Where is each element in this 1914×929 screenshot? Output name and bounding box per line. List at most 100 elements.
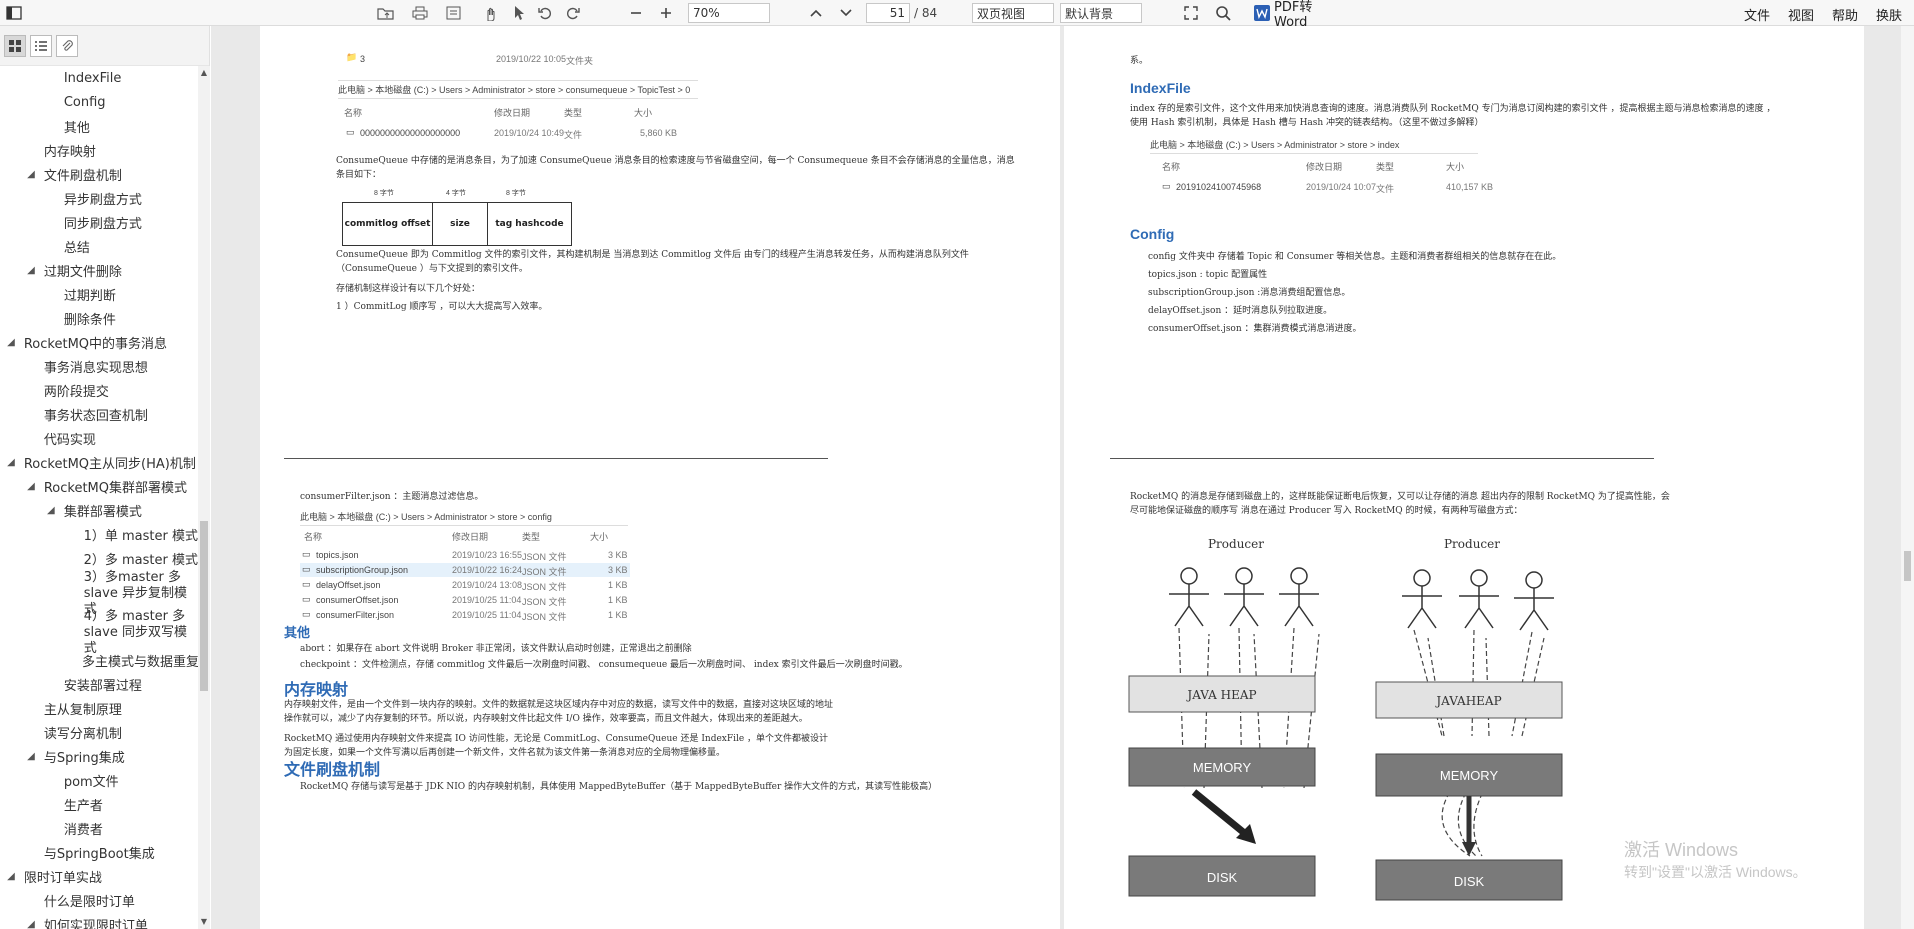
outline-item[interactable]: pom文件	[0, 768, 198, 792]
paragraph: index 存的是索引文件，这个文件用来加快消息查询的速度。消息消费队列 Roc…	[1130, 104, 1776, 128]
zoom-in-icon[interactable]	[656, 3, 676, 23]
outline-item[interactable]: 过期判断	[0, 282, 198, 306]
outline-item[interactable]: ◢ 过期文件删除	[0, 258, 198, 282]
outline-item[interactable]: ◢ RocketMQ中的事务消息	[0, 330, 198, 354]
outline-item[interactable]: 事务消息实现思想	[0, 354, 198, 378]
outline-tab-icon[interactable]	[30, 34, 52, 57]
sidebar-toggle-icon[interactable]	[4, 3, 24, 23]
outline-item[interactable]: 2）多 master 模式	[0, 546, 198, 570]
sidebar-scroll-thumb[interactable]	[200, 521, 208, 691]
outline-item[interactable]: 总结	[0, 234, 198, 258]
rotate-right-icon[interactable]	[562, 3, 584, 23]
zoom-out-icon[interactable]	[626, 3, 646, 23]
outline-item[interactable]: ◢ RocketMQ主从同步(HA)机制	[0, 450, 198, 474]
outline-item[interactable]: ◢ 集群部署模式	[0, 498, 198, 522]
menu-file[interactable]: 文件	[1744, 5, 1770, 24]
expand-arrow-icon[interactable]: ◢	[24, 265, 38, 276]
rotate-left-icon[interactable]	[534, 3, 556, 23]
expand-arrow-icon[interactable]: ◢	[4, 457, 18, 468]
background-select[interactable]: 默认背景	[1060, 3, 1142, 23]
outline-item[interactable]: 同步刷盘方式	[0, 210, 198, 234]
outline-item-label: RocketMQ主从同步(HA)机制	[23, 456, 196, 472]
outline-item[interactable]: 其他	[0, 114, 198, 138]
consumequeue-entry-diagram: commitlog offset size tag hashcode	[342, 202, 572, 246]
outline-item[interactable]: IndexFile	[0, 66, 198, 90]
save-icon[interactable]	[442, 3, 466, 23]
scroll-up-icon[interactable]: ▲	[198, 66, 210, 80]
outline-item[interactable]: ◢ 限时订单实战	[0, 864, 198, 888]
outline-item[interactable]: ◢ RocketMQ集群部署模式	[0, 474, 198, 498]
outline-item[interactable]: 安装部署过程	[0, 672, 198, 696]
print-icon[interactable]	[408, 3, 432, 23]
document-viewport[interactable]: 📁 3 2019/10/22 10:05 文件夹 此电脑 > 本地磁盘 (C:)…	[211, 26, 1901, 929]
folder-type: 文件夹	[566, 56, 594, 66]
outline-item-label: 与Spring集成	[43, 750, 125, 766]
outline-item-label: 生产者	[63, 798, 103, 814]
producer-label-left: Producer	[1208, 537, 1264, 551]
select-cursor-icon[interactable]	[508, 3, 530, 23]
outline-item[interactable]: 异步刷盘方式	[0, 186, 198, 210]
outline-item[interactable]: ◢ 如何实现限时订单	[0, 912, 198, 929]
expand-arrow-icon[interactable]: ◢	[24, 481, 38, 492]
col-name: 名称	[1162, 162, 1181, 172]
outline-item[interactable]: 什么是限时订单	[0, 888, 198, 912]
menu-view[interactable]: 视图	[1788, 5, 1814, 24]
expand-arrow-icon[interactable]: ◢	[4, 871, 18, 882]
outline-item[interactable]: 与SpringBoot集成	[0, 840, 198, 864]
outline-item[interactable]: ◢ 文件刷盘机制	[0, 162, 198, 186]
outline-item[interactable]: 两阶段提交	[0, 378, 198, 402]
paragraph: delayOffset.json ：延时消息队列拉取进度。	[1148, 306, 1333, 316]
hand-tool-icon[interactable]	[480, 3, 502, 23]
document-scrollbar[interactable]	[1901, 26, 1914, 929]
outline-item[interactable]: ◢ 与Spring集成	[0, 744, 198, 768]
scroll-down-icon[interactable]: ▼	[198, 915, 210, 929]
file-type: 文件	[564, 130, 583, 140]
outline-item[interactable]: 代码实现	[0, 426, 198, 450]
sidebar-scrollbar[interactable]: ▲ ▼	[198, 66, 210, 929]
outline-item[interactable]: 多主模式与数据重复	[0, 648, 198, 672]
col-date: 修改日期	[494, 108, 531, 118]
chevron-up-icon[interactable]	[806, 3, 826, 23]
view-mode-select[interactable]: 双页视图	[972, 3, 1054, 23]
word-icon[interactable]	[1252, 3, 1272, 23]
open-file-icon[interactable]	[374, 3, 398, 23]
pdf-page-left-top: 📁 3 2019/10/22 10:05 文件夹 此电脑 > 本地磁盘 (C:)…	[260, 26, 1060, 431]
expand-arrow-icon[interactable]: ◢	[44, 505, 58, 516]
outline-item[interactable]: 3）多master 多 slave 异步复制模式	[0, 570, 198, 617]
file-date: 2019/10/24 13:08	[452, 580, 523, 590]
outline-item[interactable]: 删除条件	[0, 306, 198, 330]
outline-item[interactable]: 内存映射	[0, 138, 198, 162]
paragraph: consumerFilter.json ：主题消息过滤信息。	[300, 492, 484, 502]
outline-item[interactable]: Config	[0, 90, 198, 114]
zoom-input[interactable]: 70%	[688, 3, 770, 23]
outline-item-label: 读写分离机制	[43, 726, 122, 742]
fullscreen-icon[interactable]	[1180, 3, 1202, 23]
outline-item[interactable]: 1）单 master 模式	[0, 522, 198, 546]
search-icon[interactable]	[1212, 3, 1234, 23]
outline-item[interactable]: 4）多 master 多 slave 同步双写模式	[0, 609, 198, 656]
windows-activation-title: 激活 Windows	[1624, 840, 1739, 860]
thumbnails-tab-icon[interactable]	[4, 34, 26, 57]
outline-item-label: pom文件	[63, 774, 119, 790]
expand-arrow-icon[interactable]: ◢	[24, 919, 38, 929]
box-label: 4 字节	[446, 190, 466, 197]
menu-help[interactable]: 帮助	[1832, 5, 1858, 24]
chevron-down-icon[interactable]	[836, 3, 856, 23]
paragraph: RocketMQ 存储与读写是基于 JDK NIO 的内存映射机制，具体使用 M…	[300, 782, 938, 792]
outline-item[interactable]: 消费者	[0, 816, 198, 840]
outline-item[interactable]: 读写分离机制	[0, 720, 198, 744]
paragraph: config 文件夹中 存储着 Topic 和 Consumer 等相关信息。主…	[1148, 252, 1562, 262]
expand-arrow-icon[interactable]: ◢	[24, 751, 38, 762]
document-scroll-thumb[interactable]	[1904, 551, 1911, 581]
pdf-to-word-button[interactable]: PDF转Word	[1274, 0, 1344, 30]
file-date: 2019/10/25 11:04	[452, 610, 522, 620]
attachment-tab-icon[interactable]	[56, 34, 78, 57]
menu-skin[interactable]: 换肤	[1876, 5, 1902, 24]
expand-arrow-icon[interactable]: ◢	[24, 169, 38, 180]
outline-item[interactable]: 生产者	[0, 792, 198, 816]
expand-arrow-icon[interactable]: ◢	[4, 337, 18, 348]
page-number-input[interactable]: 51	[866, 3, 910, 23]
outline-item[interactable]: 事务状态回查机制	[0, 402, 198, 426]
heading-other: 其他	[284, 625, 311, 640]
outline-item[interactable]: 主从复制原理	[0, 696, 198, 720]
